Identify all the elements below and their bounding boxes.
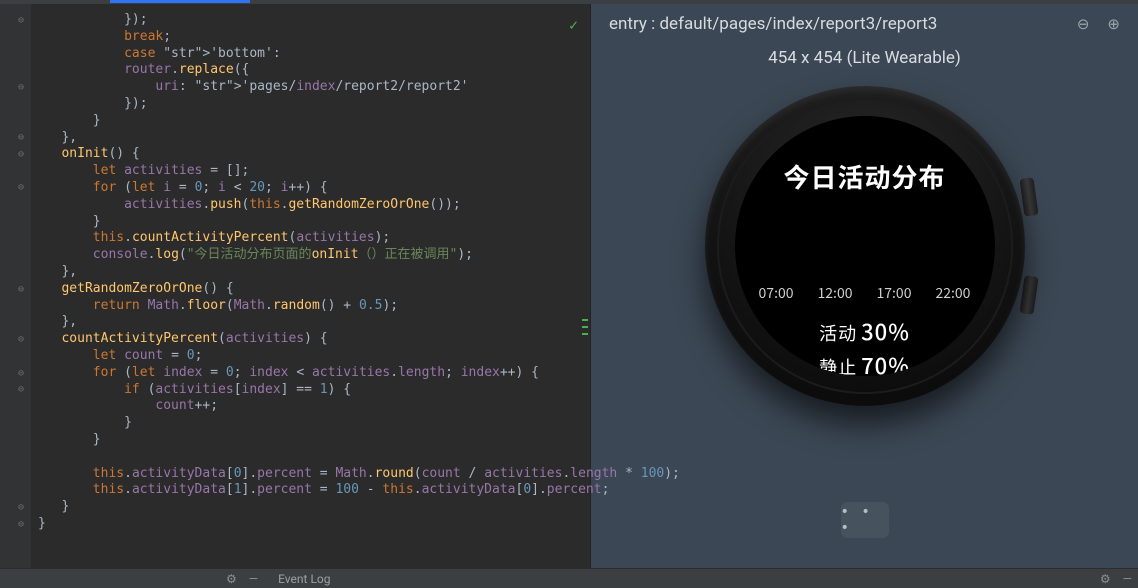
- watch-crown-bottom: [1019, 275, 1038, 315]
- gear-icon[interactable]: ⚙: [226, 572, 237, 586]
- analysis-ok-icon: ✓: [569, 16, 578, 34]
- more-button[interactable]: • • •: [841, 502, 889, 538]
- screen-time-axis: 07:00 12:00 17:00 22:00: [759, 283, 971, 303]
- watch-device-frame: 今日活动分布 07:00 12:00 17:00 22:00 活动30%静止70%: [690, 78, 1040, 478]
- activity-row: 静止70%: [819, 349, 910, 376]
- code-editor[interactable]: ⊖ ⊖ ⊖ ⊖ ⊖ ⊖ ⊖ ⊖ ⊖ ⊖ ⊖ }); break; case "s…: [0, 4, 590, 568]
- editor-error-stripe: [580, 4, 588, 568]
- editor-gutter: ⊖ ⊖ ⊖ ⊖ ⊖ ⊖ ⊖ ⊖ ⊖ ⊖ ⊖: [0, 4, 32, 568]
- time-tick: 12:00: [818, 283, 853, 303]
- tab-active-indicator: [110, 0, 250, 3]
- minimize-icon[interactable]: —: [249, 572, 258, 586]
- time-tick: 22:00: [935, 283, 970, 303]
- watch-crown-top: [1019, 177, 1038, 217]
- zoom-out-icon[interactable]: ⊖: [1077, 15, 1090, 33]
- time-tick: 17:00: [877, 283, 912, 303]
- zoom-in-icon[interactable]: ⊕: [1107, 15, 1120, 33]
- device-dimensions-label: 454 x 454 (Lite Wearable): [768, 48, 961, 68]
- minimize-icon-right[interactable]: —: [1123, 572, 1132, 586]
- gear-icon-right[interactable]: ⚙: [1100, 572, 1111, 586]
- watch-screen[interactable]: 今日活动分布 07:00 12:00 17:00 22:00 活动30%静止70%: [735, 116, 995, 376]
- status-bar: ⚙ — Event Log ⚙ —: [0, 568, 1138, 588]
- time-tick: 07:00: [759, 283, 794, 303]
- screen-activity-rows: 活动30%静止70%: [819, 313, 910, 376]
- event-log-label[interactable]: Event Log: [278, 572, 330, 586]
- screen-title: 今日活动分布: [783, 158, 945, 195]
- activity-row: 活动30%: [819, 315, 910, 347]
